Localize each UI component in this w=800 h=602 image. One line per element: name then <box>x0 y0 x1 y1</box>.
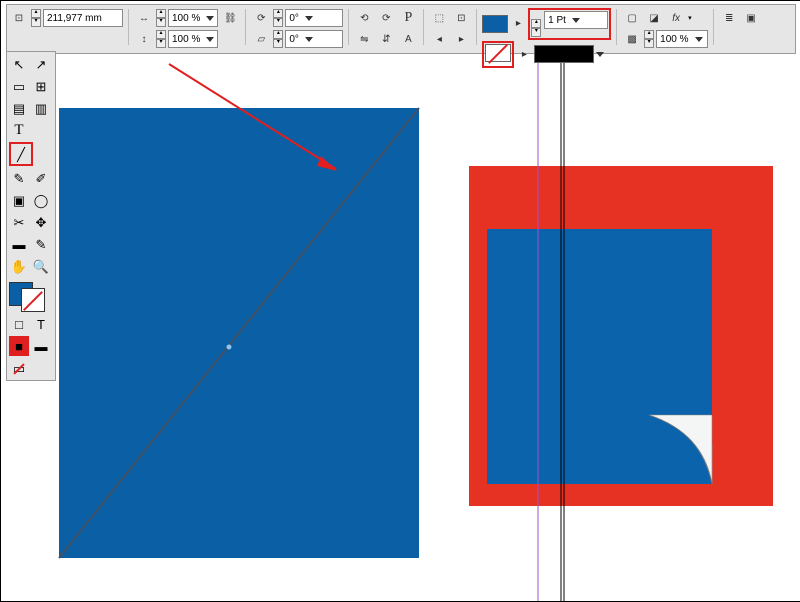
scale-y-spinner[interactable]: ▴▾ <box>156 30 166 48</box>
gradient-tool[interactable]: ▬ <box>9 234 29 254</box>
x-field[interactable]: 211,977 mm <box>43 9 123 27</box>
scale-x-icon[interactable]: ↔ <box>134 8 154 28</box>
shear-field[interactable]: 0° <box>285 30 343 48</box>
stroke-style-swatch[interactable] <box>534 45 594 63</box>
scale-y-field[interactable]: 100 % <box>168 30 218 48</box>
x-spinner[interactable]: ▴▾ <box>31 9 41 27</box>
opacity-field[interactable]: 100 % <box>656 30 708 48</box>
stroke-weight-spinner[interactable]: ▴▾ <box>531 19 541 37</box>
pages-tool[interactable]: ▤ <box>9 98 29 118</box>
ellipse-tool[interactable]: ◯ <box>31 190 51 210</box>
app-window: ⊡ ▴▾ 211,977 mm ↔ ▴▾ 100 % ⛓ ↕ ▴▾ 100 % … <box>0 0 800 602</box>
stroke-color-swatch[interactable] <box>21 288 45 312</box>
line-tool[interactable]: ╱ <box>9 142 33 166</box>
page-tool[interactable]: ▭ <box>9 76 29 96</box>
format-container-icon[interactable]: □ <box>9 314 29 334</box>
apply-color-icon[interactable]: ■ <box>9 336 29 356</box>
select-container-icon[interactable]: ⬚ <box>429 8 449 28</box>
free-transform-tool[interactable]: ✥ <box>31 212 51 232</box>
zoom-tool[interactable]: 🔍 <box>31 256 51 276</box>
stroke-menu-arrow[interactable]: ▸ <box>516 46 532 62</box>
scale-x-spinner[interactable]: ▴▾ <box>156 9 166 27</box>
scissors-tool[interactable]: ✂ <box>9 212 29 232</box>
text-wrap-icon[interactable]: ≣ <box>719 8 739 28</box>
stroke-style-arrow[interactable] <box>596 52 604 57</box>
select-content-icon[interactable]: ⊡ <box>451 8 471 28</box>
rectangle-frame-tool[interactable]: ▣ <box>9 190 29 210</box>
flip-v-icon[interactable]: ⇵ <box>376 29 396 49</box>
rotate-cw-icon[interactable]: ⟳ <box>376 8 396 28</box>
rotate-ccw-icon[interactable]: ⟲ <box>354 8 374 28</box>
canvas-area[interactable] <box>1 1 800 601</box>
ref-point-icon[interactable]: ⊡ <box>9 8 29 28</box>
fill-menu-arrow[interactable]: ▸ <box>510 16 526 32</box>
stroke-weight-highlight: ▴▾ 1 Pt <box>528 8 611 40</box>
shear-icon[interactable]: ▱ <box>251 29 271 49</box>
paragraph-icon[interactable]: P <box>398 8 418 28</box>
scale-x-field[interactable]: 100 % <box>168 9 218 27</box>
fill-stroke-swatch[interactable] <box>9 282 45 312</box>
control-panel: ⊡ ▴▾ 211,977 mm ↔ ▴▾ 100 % ⛓ ↕ ▴▾ 100 % … <box>6 4 796 54</box>
eyedropper-tool[interactable]: ✎ <box>31 234 51 254</box>
shape-rect-blue-inner[interactable] <box>487 229 712 484</box>
select-next-icon[interactable]: ▸ <box>451 29 471 49</box>
rotate-spinner[interactable]: ▴▾ <box>273 9 283 27</box>
fx-dropshadow-icon[interactable]: ◪ <box>644 8 664 28</box>
opacity-spinner[interactable]: ▴▾ <box>644 30 654 48</box>
constrain-scale-icon[interactable]: ⛓ <box>220 8 240 28</box>
opacity-icon[interactable]: ▩ <box>622 29 642 49</box>
direct-selection-tool[interactable]: ↗ <box>31 54 51 74</box>
flip-h-icon[interactable]: ⇋ <box>354 29 374 49</box>
fx-none-icon[interactable]: ▢ <box>622 8 642 28</box>
apply-none-icon[interactable]: ▭ <box>9 358 29 378</box>
pen-tool[interactable]: ✎ <box>9 168 29 188</box>
shear-spinner[interactable]: ▴▾ <box>273 30 283 48</box>
corner-options-icon[interactable]: ▣ <box>741 8 761 28</box>
rotate-field[interactable]: 0° <box>285 9 343 27</box>
stroke-weight-field[interactable]: 1 Pt <box>544 11 608 29</box>
char-icon[interactable]: A <box>398 29 418 49</box>
apply-gradient-icon[interactable]: ▬ <box>31 336 51 356</box>
fill-swatch[interactable] <box>482 15 508 33</box>
canvas-svg <box>1 1 800 601</box>
fx-menu-icon[interactable]: fx <box>666 8 686 28</box>
tools-panel: ↖ ↗ ▭ ⊞ ▤ ▥ T ╱ ✎ ✐ ▣ ◯ ✂ ✥ ▬ ✎ ✋ 🔍 □ T … <box>6 51 56 381</box>
select-prev-icon[interactable]: ◂ <box>429 29 449 49</box>
pencil-tool[interactable]: ✐ <box>31 168 51 188</box>
format-text-icon[interactable]: T <box>31 314 51 334</box>
line-midpoint-handle[interactable] <box>227 345 232 350</box>
gaps-tool[interactable]: ▥ <box>31 98 51 118</box>
gap-tool[interactable]: ⊞ <box>31 76 51 96</box>
rotate-icon[interactable]: ⟳ <box>251 8 271 28</box>
stroke-swatch-none[interactable] <box>485 44 511 62</box>
type-tool[interactable]: T <box>9 120 29 140</box>
selection-tool[interactable]: ↖ <box>9 54 29 74</box>
hand-tool[interactable]: ✋ <box>9 256 29 276</box>
stroke-none-highlight <box>482 41 514 68</box>
scale-y-icon[interactable]: ↕ <box>134 29 154 49</box>
